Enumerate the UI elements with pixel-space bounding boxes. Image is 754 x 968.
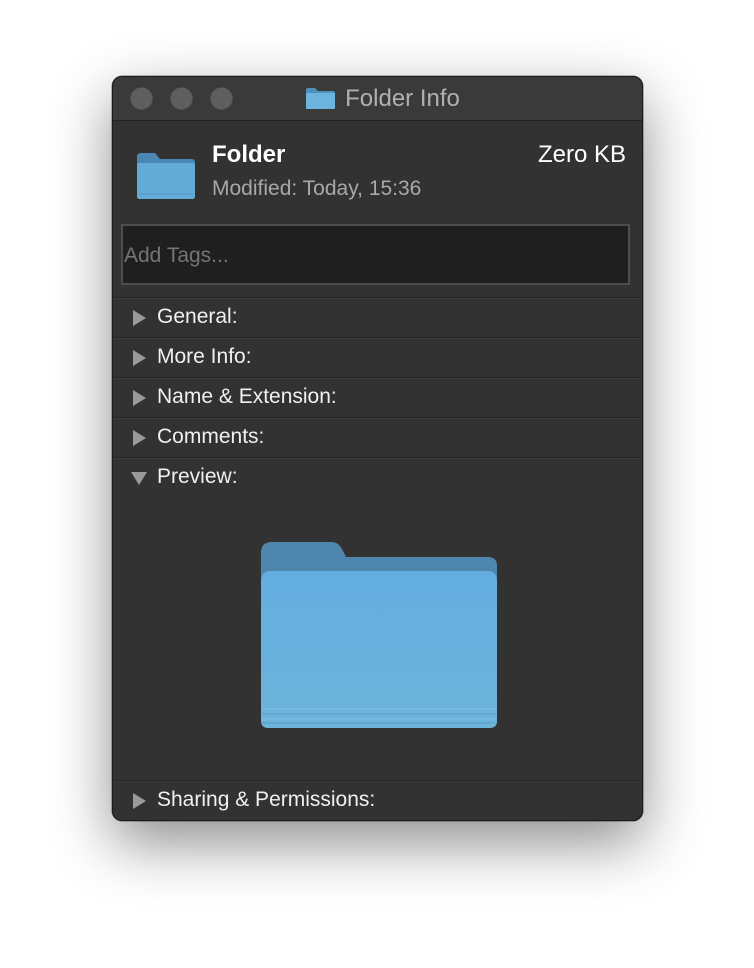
section-name-extension[interactable]: Name & Extension: xyxy=(113,377,642,417)
folder-icon xyxy=(306,88,336,109)
section-label: Comments: xyxy=(157,425,265,448)
section-label: Name & Extension: xyxy=(157,385,337,408)
section-label: General: xyxy=(157,305,238,328)
section-sharing-permissions[interactable]: Sharing & Permissions: xyxy=(113,780,642,820)
modified-date: Modified: Today, 15:36 xyxy=(212,177,422,200)
tags-input[interactable] xyxy=(121,224,630,285)
file-summary: Folder Zero KB Modified: Today, 15:36 xyxy=(113,121,642,221)
file-size: Zero KB xyxy=(537,141,626,168)
file-name: Folder xyxy=(212,141,286,168)
section-comments[interactable]: Comments: xyxy=(113,417,642,457)
window-title-group: Folder Info xyxy=(113,77,642,120)
section-label: Sharing & Permissions: xyxy=(157,788,376,811)
disclosure-triangle-icon[interactable] xyxy=(133,350,146,366)
section-preview[interactable]: Preview: xyxy=(113,457,642,497)
window-title: Folder Info xyxy=(345,84,460,112)
disclosure-triangle-icon[interactable] xyxy=(133,793,146,809)
title-bar[interactable]: Folder Info xyxy=(113,77,642,121)
disclosure-triangle-icon[interactable] xyxy=(133,390,146,406)
folder-info-window: Folder Info Folder Zero KB Modified: Tod… xyxy=(112,76,643,821)
disclosure-triangle-icon[interactable] xyxy=(133,310,146,326)
section-more-info[interactable]: More Info: xyxy=(113,337,642,377)
disclosure-triangle-icon[interactable] xyxy=(133,430,146,446)
section-label: More Info: xyxy=(157,345,252,368)
section-label: Preview: xyxy=(157,465,238,488)
folder-icon xyxy=(261,542,497,728)
folder-icon xyxy=(137,153,195,199)
section-general[interactable]: General: xyxy=(113,297,642,337)
disclosure-triangle-open-icon[interactable] xyxy=(131,472,147,485)
